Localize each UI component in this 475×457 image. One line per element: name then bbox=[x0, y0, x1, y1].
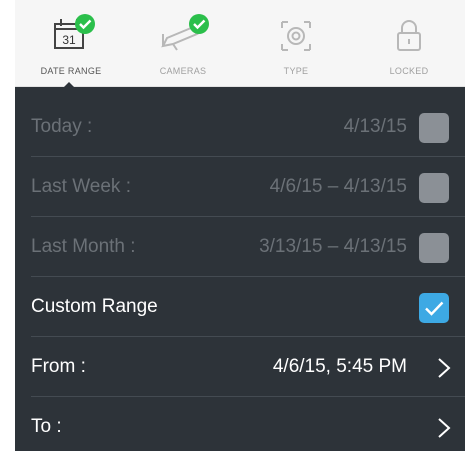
option-last-month[interactable]: Last Month : 3/13/15 – 4/13/15 bbox=[15, 217, 465, 277]
option-value: 4/6/15 – 4/13/15 bbox=[269, 176, 407, 197]
check-badge-icon bbox=[189, 14, 209, 34]
chevron-right-icon bbox=[438, 358, 451, 378]
option-value: 3/13/15 – 4/13/15 bbox=[259, 236, 407, 257]
tab-locked[interactable]: LOCKED bbox=[353, 0, 465, 86]
tab-label: LOCKED bbox=[389, 66, 429, 76]
camera-icon bbox=[161, 14, 209, 51]
to-label: To : bbox=[31, 416, 62, 437]
calendar-day-text: 31 bbox=[62, 33, 76, 47]
from-row[interactable]: From : 4/6/15, 5:45 PM bbox=[15, 337, 465, 397]
chevron-right-icon bbox=[438, 418, 451, 438]
last-month-checkbox[interactable] bbox=[419, 233, 449, 263]
lock-icon bbox=[397, 20, 421, 51]
today-checkbox[interactable] bbox=[419, 113, 449, 143]
tab-label: CAMERAS bbox=[159, 66, 207, 76]
option-today[interactable]: Today : 4/13/15 bbox=[15, 97, 465, 157]
tab-cameras[interactable]: CAMERAS bbox=[127, 0, 239, 86]
check-badge-icon bbox=[75, 14, 95, 34]
option-value: 4/13/15 bbox=[343, 116, 407, 137]
option-custom-range[interactable]: Custom Range bbox=[15, 277, 465, 337]
filter-tab-bar: 31 DATE RANGE CAMERAS TYPE LOCKED bbox=[15, 0, 465, 87]
option-label: Custom Range bbox=[31, 296, 158, 317]
last-week-checkbox[interactable] bbox=[419, 173, 449, 203]
custom-range-checkbox[interactable] bbox=[419, 293, 449, 323]
to-row[interactable]: To : bbox=[15, 397, 465, 457]
option-label: Last Month : bbox=[31, 236, 136, 257]
date-range-panel: Today : 4/13/15 Last Week : 4/6/15 – 4/1… bbox=[15, 87, 465, 451]
option-label: Last Week : bbox=[31, 176, 131, 197]
tab-type[interactable]: TYPE bbox=[240, 0, 352, 86]
tab-label: DATE RANGE bbox=[40, 66, 102, 76]
from-label: From : bbox=[31, 356, 86, 377]
option-label: Today : bbox=[31, 116, 93, 137]
tab-date-range[interactable]: 31 DATE RANGE bbox=[15, 0, 127, 86]
tab-label: TYPE bbox=[283, 66, 309, 76]
from-value: 4/6/15, 5:45 PM bbox=[272, 356, 407, 377]
option-last-week[interactable]: Last Week : 4/6/15 – 4/13/15 bbox=[15, 157, 465, 217]
checkmark-icon bbox=[425, 301, 444, 316]
calendar-icon: 31 bbox=[54, 14, 95, 49]
motion-type-icon bbox=[281, 21, 311, 51]
